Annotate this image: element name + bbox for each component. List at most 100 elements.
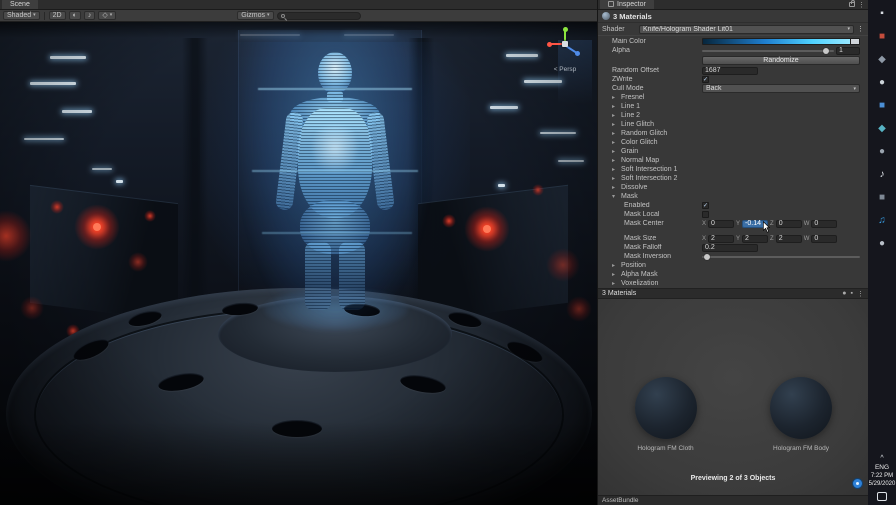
chevron-right-icon: ▸	[612, 271, 616, 278]
chevron-down-icon: ▾	[853, 85, 856, 92]
taskbar-app-icon-10[interactable]: ♫	[870, 209, 894, 232]
mask-falloff-field[interactable]: 0.2	[702, 243, 758, 252]
randomize-button[interactable]: Randomize	[702, 56, 860, 65]
scene-viewport[interactable]: < Persp	[0, 22, 597, 505]
foldout-dissolve[interactable]: ▸ Dissolve	[598, 183, 868, 192]
foldout-voxelization[interactable]: ▸ Voxelization	[598, 279, 868, 288]
material-sphere-icon[interactable]: ●	[842, 290, 846, 298]
random-offset-field[interactable]: 1687	[702, 66, 758, 75]
mask-local-checkbox[interactable]	[702, 211, 709, 218]
scene-effects-dropdown[interactable]: ◇ ▾	[98, 11, 117, 20]
mask-size-x-field[interactable]: 2	[708, 234, 735, 243]
foldout-random-glitch[interactable]: ▸ Random Glitch	[598, 129, 868, 138]
scene-search-input[interactable]	[276, 11, 361, 20]
preview-header-actions: ● ▪ ⋮	[842, 290, 864, 298]
mask-center-z-field[interactable]: 0	[775, 219, 802, 228]
chevron-right-icon: ▸	[612, 130, 616, 137]
scene-audio-toggle[interactable]: ♪	[83, 11, 96, 20]
inspector-panel: Inspector ⋮ 3 Materials Shader Knife/Hol…	[597, 0, 868, 505]
mask-local-row: Mask Local	[598, 210, 868, 219]
taskbar-tray: ^ ENG 7:22 PM 5/29/2020	[869, 455, 896, 505]
mask-center-x-field[interactable]: 0	[708, 219, 735, 228]
language-indicator[interactable]: ENG	[875, 464, 889, 471]
tray-expand-icon[interactable]: ^	[880, 455, 883, 462]
foldout-alpha-mask[interactable]: ▸ Alpha Mask	[598, 270, 868, 279]
mask-inversion-slider[interactable]	[702, 253, 860, 261]
mask-enabled-row: Enabled ✓	[624, 202, 709, 209]
clock-time: 7:22 PM	[870, 473, 894, 479]
taskbar-app-icon-3[interactable]: ◆	[870, 48, 894, 71]
taskbar-app-icon-6[interactable]: ◆	[870, 117, 894, 140]
alpha-field[interactable]: 1	[836, 46, 860, 55]
taskbar-clock[interactable]: 7:22 PM 5/29/2020	[869, 473, 896, 488]
inspector-icon	[608, 1, 614, 7]
gizmos-dropdown[interactable]: Gizmos ▾	[237, 11, 274, 20]
foldout-fresnel[interactable]: ▸ Fresnel	[598, 93, 868, 102]
draw-mode-dropdown[interactable]: Shaded ▾	[3, 11, 40, 20]
taskbar-app-icon-4[interactable]: ●	[870, 71, 894, 94]
collab-badge-icon[interactable]	[852, 478, 863, 489]
mask-size-z-field[interactable]: 2	[775, 234, 802, 243]
tab-inspector[interactable]: Inspector	[600, 0, 654, 9]
shader-label: Shader	[602, 25, 625, 33]
shader-dropdown[interactable]: Knife/Hologram Shader Lit01 ▾	[639, 24, 854, 34]
foldout-mask[interactable]: ▾ Mask	[598, 192, 868, 201]
foldout-line-glitch[interactable]: ▸ Line Glitch	[598, 120, 868, 129]
notification-center-icon[interactable]	[876, 492, 887, 501]
scene-lighting-toggle[interactable]: ◐	[68, 11, 81, 20]
taskbar-app-icon-7[interactable]: ●	[870, 140, 894, 163]
taskbar-app-icon-8[interactable]: ♪	[870, 163, 894, 186]
search-icon	[280, 13, 285, 18]
gizmo-y-tip	[562, 27, 568, 32]
mask-enabled-checkbox[interactable]: ✓	[702, 202, 709, 209]
lock-icon[interactable]	[849, 0, 855, 7]
foldout-grain[interactable]: ▸ Grain	[598, 147, 868, 156]
chevron-down-icon: ▾	[33, 12, 36, 18]
inspector-title-row: 3 Materials	[598, 10, 868, 23]
alpha-slider[interactable]	[702, 47, 834, 55]
main-color-swatch[interactable]	[702, 38, 860, 45]
orientation-gizmo[interactable]	[545, 26, 585, 66]
audio-icon: ♪	[87, 12, 92, 19]
preview-status: Previewing 2 of 3 Objects	[690, 475, 776, 482]
cull-mode-dropdown[interactable]: Back ▾	[702, 84, 860, 93]
shader-menu-icon[interactable]: ⋮	[857, 25, 864, 33]
zwrite-row: ZWrite ✓	[612, 76, 709, 83]
main-color-row: Main Color	[598, 37, 868, 46]
mask-size-w-field[interactable]: 0	[811, 234, 838, 243]
taskbar-app-icon-2[interactable]: ■	[870, 25, 894, 48]
chevron-down-icon: ▾	[612, 193, 616, 200]
chevron-right-icon: ▸	[612, 262, 616, 269]
toggle-2d-button[interactable]: 2D	[48, 11, 66, 20]
chevron-right-icon: ▸	[612, 166, 616, 173]
taskbar-app-icon-9[interactable]: ■	[870, 186, 894, 209]
layers-icon[interactable]: ▪	[851, 290, 853, 298]
foldout-position[interactable]: ▸ Position	[598, 261, 868, 270]
foldout-soft-intersection-1[interactable]: ▸ Soft Intersection 1	[598, 165, 868, 174]
menu-icon[interactable]: ⋮	[858, 1, 865, 9]
taskbar-app-icon-5[interactable]: ■	[870, 94, 894, 117]
tab-scene[interactable]: Scene	[2, 0, 38, 9]
preview-header[interactable]: 3 Materials ● ▪ ⋮	[598, 288, 868, 299]
foldout-soft-intersection-2[interactable]: ▸ Soft Intersection 2	[598, 174, 868, 183]
material-preview-area[interactable]: Hologram FM Cloth Hologram FM Body Previ…	[598, 299, 868, 495]
preview-sphere-cloth	[635, 377, 697, 439]
zwrite-checkbox[interactable]: ✓	[702, 76, 709, 83]
taskbar-app-icon-11[interactable]: ●	[870, 232, 894, 255]
perspective-label[interactable]: < Persp	[539, 66, 591, 73]
mask-size-y-field[interactable]: 2	[742, 234, 769, 243]
gizmo-x-tip	[547, 41, 552, 47]
assetbundle-bar[interactable]: AssetBundle	[598, 495, 868, 505]
foldout-line-1[interactable]: ▸ Line 1	[598, 102, 868, 111]
alpha-row: Alpha 1	[598, 46, 868, 55]
chevron-right-icon: ▸	[612, 121, 616, 128]
foldout-line-2[interactable]: ▸ Line 2	[598, 111, 868, 120]
menu-icon[interactable]: ⋮	[857, 290, 864, 298]
mask-center-w-field[interactable]: 0	[811, 219, 838, 228]
mask-center-row: Mask Center X 0 Y -0.14 Z 0 W 0	[598, 219, 868, 233]
chevron-right-icon: ▸	[612, 103, 616, 110]
check-icon: ✓	[702, 76, 709, 83]
foldout-normal-map[interactable]: ▸ Normal Map	[598, 156, 868, 165]
taskbar-app-icon-1[interactable]: ▪	[870, 2, 894, 25]
foldout-color-glitch[interactable]: ▸ Color Glitch	[598, 138, 868, 147]
